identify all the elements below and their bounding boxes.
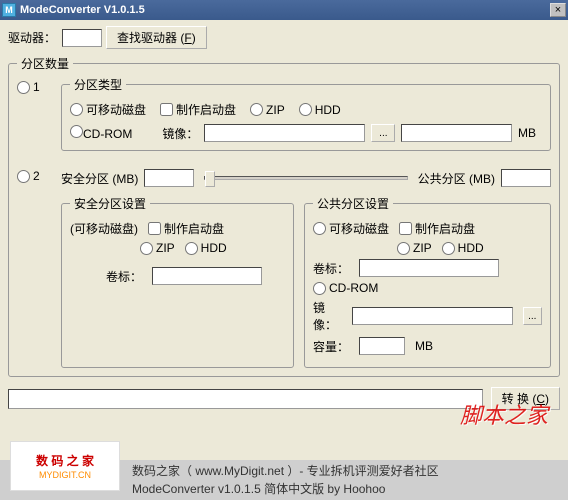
public-bootdisk-check[interactable]: [399, 222, 412, 235]
footer: 数 码 之 家 MYDIGIT.CN 数码之家（ www.MyDigit.net…: [0, 460, 568, 500]
drive-label: 驱动器：: [8, 29, 56, 46]
removable-radio[interactable]: [70, 103, 83, 116]
public-image-label: 镜像：: [313, 299, 342, 333]
partition-type-legend: 分区类型: [70, 76, 126, 93]
footer-text: 数码之家（ www.MyDigit.net ）- 专业拆机评测爱好者社区 Mod…: [132, 462, 439, 498]
app-icon: M: [2, 3, 16, 17]
partition-count-legend: 分区数量: [17, 55, 73, 72]
find-drive-button[interactable]: 查找驱动器 (F): [106, 26, 207, 49]
footer-line1: 数码之家（ www.MyDigit.net ）- 专业拆机评测爱好者社区: [132, 462, 439, 480]
public-removable-radio[interactable]: [313, 222, 326, 235]
partition-2-radio[interactable]: [17, 170, 30, 183]
public-zip-radio[interactable]: [397, 242, 410, 255]
secure-bootdisk-label: 制作启动盘: [164, 220, 224, 237]
secure-zip-label: ZIP: [156, 241, 175, 255]
public-settings-group: 公共分区设置 可移动磁盘 制作启动盘 ZIP HDD 卷标：: [304, 195, 551, 368]
secure-vol-input[interactable]: [152, 267, 262, 285]
public-size-input[interactable]: [501, 169, 551, 187]
image-label: 镜像：: [162, 125, 198, 142]
size-slider[interactable]: [200, 176, 411, 180]
image-path-input[interactable]: [204, 124, 365, 142]
public-vol-label: 卷标：: [313, 260, 349, 277]
progress-display: [8, 389, 483, 409]
zip-radio[interactable]: [250, 103, 263, 116]
titlebar: M ModeConverter V1.0.1.5 ×: [0, 0, 568, 20]
close-button[interactable]: ×: [550, 3, 566, 17]
partition-count-group: 分区数量 1 分区类型 可移动磁盘 制作启动盘 ZIP HDD CD-ROM 镜…: [8, 55, 560, 377]
secure-size-label: 安全分区 (MB): [61, 170, 138, 187]
public-zip-label: ZIP: [413, 241, 432, 255]
cdrom-radio[interactable]: [70, 125, 83, 138]
logo-subtext: MYDIGIT.CN: [39, 470, 91, 480]
secure-hdd-radio[interactable]: [185, 242, 198, 255]
progress-row: 转 换 (C): [8, 387, 560, 410]
removable-label: 可移动磁盘: [86, 101, 146, 118]
window-title: ModeConverter V1.0.1.5: [20, 4, 550, 16]
zip-label: ZIP: [266, 103, 285, 117]
logo: 数 码 之 家 MYDIGIT.CN: [10, 441, 120, 491]
hdd-label: HDD: [315, 103, 341, 117]
public-cdrom-label: CD-ROM: [329, 281, 378, 295]
partition-1-radio[interactable]: [17, 81, 30, 94]
option-1-row: 1 分区类型 可移动磁盘 制作启动盘 ZIP HDD CD-ROM 镜像： ..…: [17, 76, 551, 157]
public-capacity-input[interactable]: [359, 337, 405, 355]
public-browse-button[interactable]: ...: [523, 307, 542, 325]
secure-removable-hint: (可移动磁盘): [70, 220, 138, 237]
secure-size-input[interactable]: [144, 169, 194, 187]
partition-2-label: 2: [33, 169, 40, 183]
browse-button[interactable]: ...: [371, 124, 395, 142]
footer-line2: ModeConverter v1.0.1.5 简体中文版 by Hoohoo: [132, 480, 439, 498]
partition-type-group: 分区类型 可移动磁盘 制作启动盘 ZIP HDD CD-ROM 镜像： ... …: [61, 76, 551, 151]
cdrom-label: CD-ROM: [83, 127, 132, 141]
bootdisk-label: 制作启动盘: [176, 101, 236, 118]
secure-hdd-label: HDD: [201, 241, 227, 255]
drive-row: 驱动器： 查找驱动器 (F): [8, 26, 560, 49]
mb-label: MB: [518, 126, 542, 140]
public-cdrom-radio[interactable]: [313, 282, 326, 295]
option-2-row: 2 安全分区 (MB) 公共分区 (MB) 安全分区设置 (可: [17, 165, 551, 368]
bootdisk-check[interactable]: [160, 103, 173, 116]
public-size-label: 公共分区 (MB): [418, 170, 495, 187]
secure-settings-group: 安全分区设置 (可移动磁盘) 制作启动盘 ZIP HDD 卷标：: [61, 195, 294, 368]
public-hdd-radio[interactable]: [442, 242, 455, 255]
public-mb-label: MB: [415, 339, 433, 353]
public-capacity-label: 容量：: [313, 338, 349, 355]
secure-settings-legend: 安全分区设置: [70, 195, 150, 212]
public-bootdisk-label: 制作启动盘: [415, 220, 475, 237]
secure-zip-radio[interactable]: [140, 242, 153, 255]
secure-bootdisk-check[interactable]: [148, 222, 161, 235]
logo-text: 数 码 之 家: [36, 452, 94, 469]
image-size-input[interactable]: [401, 124, 512, 142]
public-settings-legend: 公共分区设置: [313, 195, 393, 212]
secure-vol-label: 卷标：: [106, 268, 142, 285]
partition-1-label: 1: [33, 80, 40, 94]
hdd-radio[interactable]: [299, 103, 312, 116]
drive-input[interactable]: [62, 29, 102, 47]
public-hdd-label: HDD: [458, 241, 484, 255]
public-removable-label: 可移动磁盘: [329, 220, 389, 237]
public-image-input[interactable]: [352, 307, 513, 325]
public-vol-input[interactable]: [359, 259, 499, 277]
content-area: 驱动器： 查找驱动器 (F) 分区数量 1 分区类型 可移动磁盘 制作启动盘 Z…: [0, 20, 568, 460]
convert-button[interactable]: 转 换 (C): [491, 387, 560, 410]
